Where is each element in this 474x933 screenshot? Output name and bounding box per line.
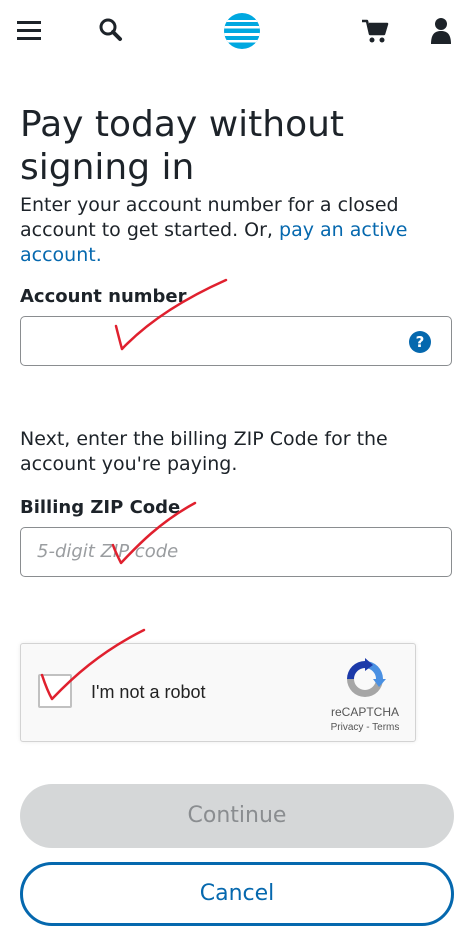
intro-text: Enter your account number for a closed a… xyxy=(20,193,460,268)
hamburger-menu-icon[interactable] xyxy=(14,15,44,45)
recaptcha-label: I'm not a robot xyxy=(91,682,206,702)
att-globe-logo[interactable] xyxy=(222,11,262,51)
account-number-field[interactable]: ? xyxy=(20,316,452,366)
billing-zip-input[interactable] xyxy=(21,528,397,574)
help-icon[interactable]: ? xyxy=(409,331,431,353)
continue-button[interactable]: Continue xyxy=(20,784,454,848)
top-navigation-bar xyxy=(0,0,474,62)
recaptcha-widget: I'm not a robot reCAPTCHA Privacy - Term… xyxy=(20,643,416,742)
recaptcha-logo-icon xyxy=(343,657,387,701)
zip-instructions: Next, enter the billing ZIP Code for the… xyxy=(20,428,388,475)
billing-zip-label: Billing ZIP Code xyxy=(20,497,181,518)
account-number-label: Account number xyxy=(20,286,187,307)
recaptcha-privacy-terms-links[interactable]: Privacy - Terms xyxy=(321,722,409,733)
page-title: Pay today without signing in xyxy=(20,104,345,188)
user-account-icon[interactable] xyxy=(426,15,456,45)
recaptcha-brand: reCAPTCHA xyxy=(330,705,399,719)
search-icon[interactable] xyxy=(96,15,126,45)
billing-zip-field[interactable] xyxy=(20,527,452,577)
account-number-input[interactable] xyxy=(21,317,397,363)
recaptcha-checkbox[interactable] xyxy=(38,674,72,708)
cancel-button[interactable]: Cancel xyxy=(20,862,454,926)
shopping-cart-icon[interactable] xyxy=(360,15,390,45)
